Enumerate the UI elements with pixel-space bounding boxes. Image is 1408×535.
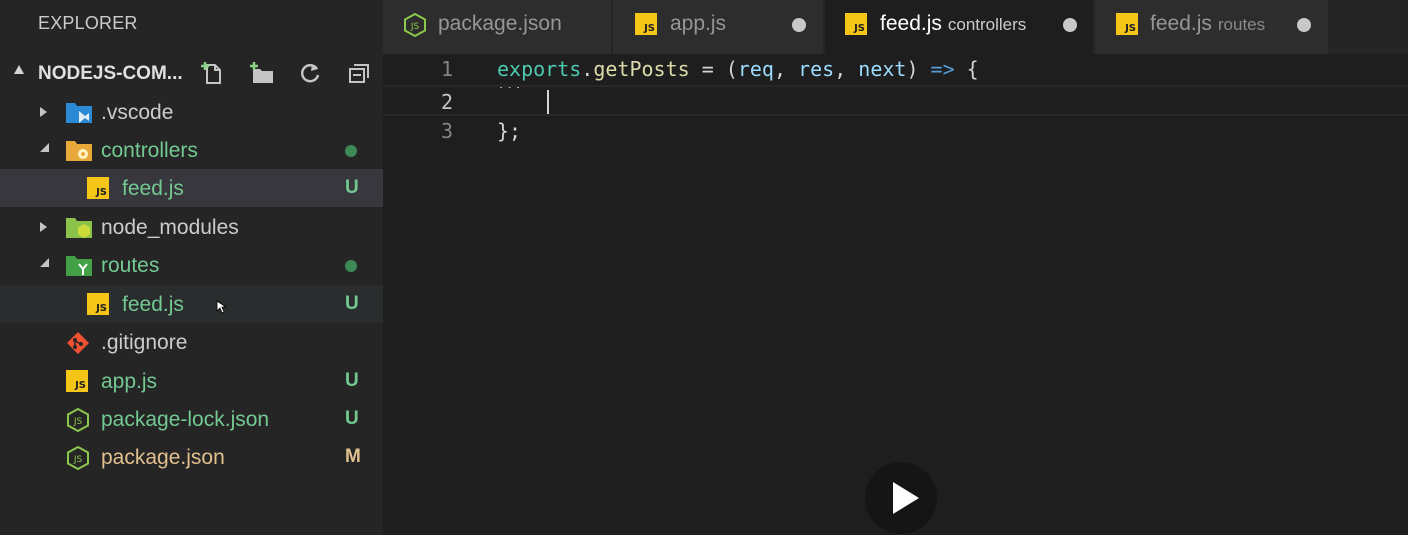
line-number: 3 (440, 119, 453, 143)
tab-label: feed.js (880, 12, 942, 35)
tree-item-label: .vscode (101, 101, 174, 124)
project-name: NODEJS-COM... (38, 63, 183, 84)
tree-item-node-modules[interactable]: node_modules (0, 208, 383, 246)
tab-feed-js-controllers[interactable]: JS feed.js controllers (825, 0, 1093, 54)
explorer-title: EXPLORER (38, 13, 138, 33)
new-folder-icon[interactable] (248, 59, 276, 87)
modified-folder-dot (345, 145, 357, 157)
project-header[interactable]: NODEJS-COM... (0, 54, 383, 92)
git-status-badge: U (345, 370, 359, 391)
nodejs-icon: JS (403, 12, 427, 42)
nodejs-icon: JS (66, 407, 90, 433)
js-file-icon: JS (1116, 13, 1138, 35)
tree-item-label: app.js (101, 370, 158, 393)
controllers-folder-icon (66, 139, 92, 161)
collapse-project-icon[interactable] (14, 65, 24, 74)
vscode-folder-icon (66, 101, 92, 123)
new-file-icon[interactable] (198, 59, 226, 87)
tab-label: app.js (670, 12, 727, 35)
mouse-pointer-icon (216, 300, 228, 319)
tree-item-label: package-lock.json (101, 408, 270, 431)
code-line-2[interactable]: 2 (383, 85, 1408, 116)
tree-item-routes[interactable]: routes (0, 246, 383, 284)
js-file-icon: JS (87, 177, 111, 199)
git-status-badge: U (345, 408, 359, 429)
svg-text:JS: JS (73, 417, 83, 427)
tree-item-label: feed.js (122, 293, 184, 316)
tree-item-label: node_modules (101, 216, 239, 239)
code-line-3[interactable]: 3 }; (383, 116, 1408, 147)
tab-feed-js-routes[interactable]: JS feed.js routes (1095, 0, 1328, 54)
unsaved-dot-icon[interactable] (792, 18, 806, 32)
text-cursor (547, 90, 549, 114)
tab-app-js[interactable]: JS app.js (613, 0, 823, 54)
line-number: 1 (440, 57, 453, 81)
tab-label: package.json (438, 12, 562, 35)
tab-package-json[interactable]: JS package.json (383, 0, 611, 54)
tab-bar: JS package.json JS app.js JS feed.js cont… (383, 0, 1408, 54)
routes-folder-icon (66, 254, 92, 276)
tab-label: feed.js (1150, 12, 1212, 35)
tree-item-label: .gitignore (101, 331, 188, 354)
tree-item-label: routes (101, 254, 160, 277)
code-line-1[interactable]: 1 exports.getPosts = (req, res, next) =>… (383, 54, 1408, 91)
tree-item-label: feed.js (122, 177, 184, 200)
tab-description: routes (1217, 15, 1266, 34)
tree-item-controllers-feed-js[interactable]: JS feed.js U (0, 169, 383, 207)
svg-text:JS: JS (410, 22, 420, 32)
explorer-sidebar: EXPLORER NODEJS-COM... .vscode controlle… (0, 0, 383, 535)
tab-description: controllers (947, 15, 1027, 34)
video-play-button[interactable] (865, 462, 937, 534)
refresh-icon[interactable] (296, 59, 324, 87)
tree-item-vscode[interactable]: .vscode (0, 93, 383, 131)
code-text: }; (497, 119, 522, 143)
js-file-icon: JS (66, 370, 90, 392)
tree-item-app-js[interactable]: JS app.js U (0, 362, 383, 400)
git-status-badge: U (345, 177, 359, 198)
git-status-badge: M (345, 446, 361, 467)
chevron-right-icon[interactable] (40, 107, 47, 117)
tree-item-routes-feed-js[interactable]: JS feed.js U (0, 285, 383, 323)
unsaved-dot-icon[interactable] (1063, 18, 1077, 32)
collapse-all-icon[interactable] (346, 59, 374, 87)
nodejs-icon: JS (66, 445, 90, 471)
node-folder-icon (66, 216, 92, 238)
js-file-icon: JS (87, 293, 111, 315)
line-number: 2 (440, 90, 453, 114)
git-status-badge: U (345, 293, 359, 314)
modified-folder-dot (345, 260, 357, 272)
code-text: exports.getPosts = (req, res, next) => { (497, 57, 979, 81)
svg-text:JS: JS (73, 455, 83, 465)
tree-item-gitignore[interactable]: .gitignore (0, 323, 383, 361)
tree-item-package-lock-json[interactable]: JS package-lock.json U (0, 400, 383, 438)
js-file-icon: JS (845, 13, 867, 35)
chevron-right-icon[interactable] (40, 222, 47, 232)
tree-item-label: package.json (101, 446, 225, 469)
chevron-down-icon[interactable] (40, 258, 49, 267)
js-file-icon: JS (635, 13, 657, 35)
tree-item-label: controllers (101, 139, 198, 162)
tree-item-controllers[interactable]: controllers (0, 131, 383, 169)
tree-item-package-json[interactable]: JS package.json M (0, 438, 383, 476)
chevron-down-icon[interactable] (40, 143, 49, 152)
unsaved-dot-icon[interactable] (1297, 18, 1311, 32)
git-icon (66, 331, 90, 354)
